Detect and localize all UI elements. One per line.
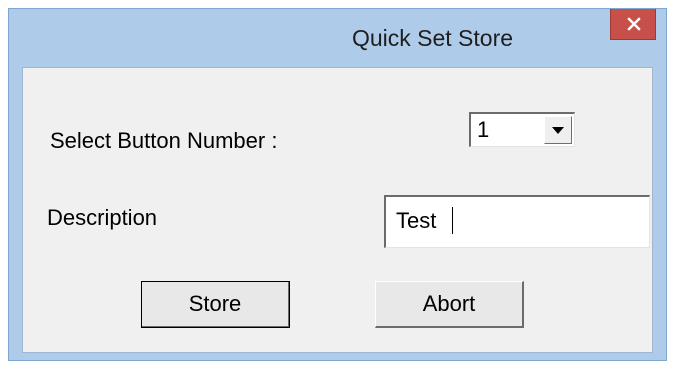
abort-button[interactable]: Abort [375, 281, 524, 328]
close-button[interactable] [610, 9, 656, 40]
close-icon [627, 17, 641, 31]
title-bar[interactable]: Quick Set Store [9, 9, 666, 67]
dialog-body: Select Button Number : 1 Description Tes… [22, 67, 653, 353]
dropdown-button[interactable] [544, 116, 572, 144]
window-title: Quick Set Store [351, 25, 514, 51]
quick-set-store-dialog: Quick Set Store Select Button Number : 1… [8, 8, 667, 361]
chevron-down-icon [552, 127, 564, 134]
button-number-label: Select Button Number : [50, 128, 278, 153]
description-value: Test [396, 208, 437, 233]
text-caret [452, 207, 453, 234]
button-number-select[interactable]: 1 [469, 112, 575, 147]
store-button[interactable]: Store [141, 281, 290, 328]
description-input[interactable]: Test [384, 195, 650, 248]
button-number-value: 1 [477, 117, 490, 142]
description-label: Description [47, 205, 158, 230]
